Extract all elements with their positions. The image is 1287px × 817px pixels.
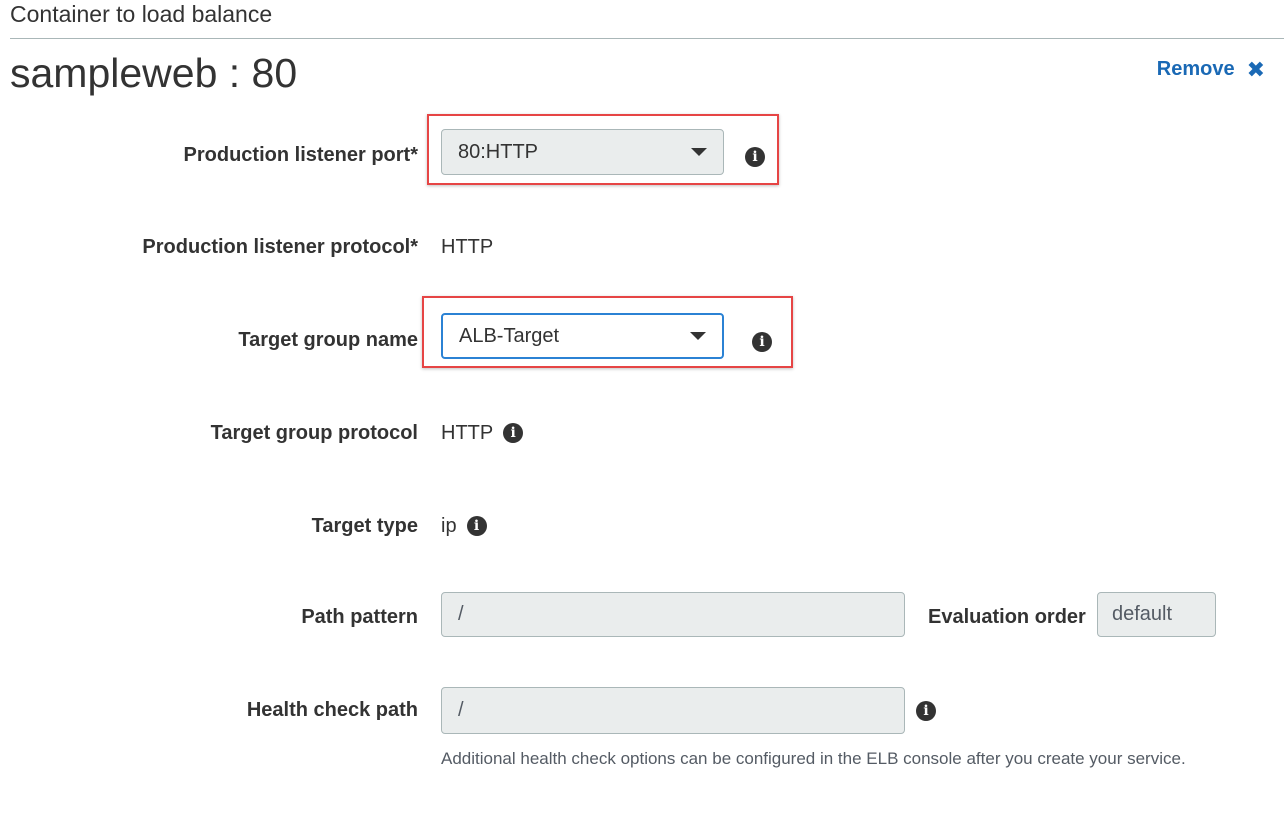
- prod-protocol-value-row: HTTP: [441, 235, 493, 259]
- divider: [10, 38, 1284, 39]
- health-check-path-input[interactable]: /: [441, 687, 905, 734]
- target-group-protocol-value: HTTP: [441, 422, 494, 444]
- prod-port-value: 80:HTTP: [458, 140, 539, 163]
- info-icon[interactable]: i: [745, 147, 765, 167]
- target-group-name-select[interactable]: ALB-Target: [441, 313, 724, 359]
- target-group-name-value: ALB-Target: [459, 324, 560, 347]
- target-type-value-row: ip i: [441, 514, 487, 538]
- target-type-label: Target type: [311, 515, 418, 537]
- prod-protocol-value: HTTP: [441, 236, 494, 258]
- path-pattern-label: Path pattern: [301, 606, 418, 628]
- info-icon[interactable]: i: [503, 423, 524, 443]
- evaluation-order-label: Evaluation order: [928, 606, 1086, 628]
- prod-port-select[interactable]: 80:HTTP: [441, 129, 724, 175]
- chevron-down-icon: [690, 332, 706, 340]
- chevron-down-icon: [691, 148, 707, 156]
- target-group-protocol-value-row: HTTP i: [441, 421, 524, 445]
- prod-protocol-label: Production listener protocol*: [142, 236, 418, 258]
- remove-button[interactable]: Remove ✖: [1157, 58, 1265, 81]
- close-icon: ✖: [1246, 56, 1265, 82]
- health-check-hint: Additional health check options can be c…: [441, 749, 1186, 768]
- prod-port-label: Production listener port*: [183, 144, 418, 166]
- info-icon[interactable]: i: [466, 516, 487, 536]
- info-icon[interactable]: i: [916, 701, 936, 721]
- target-group-name-label: Target group name: [238, 329, 418, 351]
- path-pattern-input[interactable]: /: [441, 592, 905, 637]
- health-check-path-label: Health check path: [246, 699, 418, 721]
- info-icon[interactable]: i: [752, 332, 772, 352]
- target-group-protocol-label: Target group protocol: [210, 422, 418, 444]
- evaluation-order-input[interactable]: default: [1097, 592, 1216, 637]
- container-name: sampleweb : 80: [10, 50, 298, 96]
- section-title: Container to load balance: [10, 1, 273, 27]
- target-type-value: ip: [441, 515, 457, 537]
- remove-label: Remove: [1156, 58, 1235, 80]
